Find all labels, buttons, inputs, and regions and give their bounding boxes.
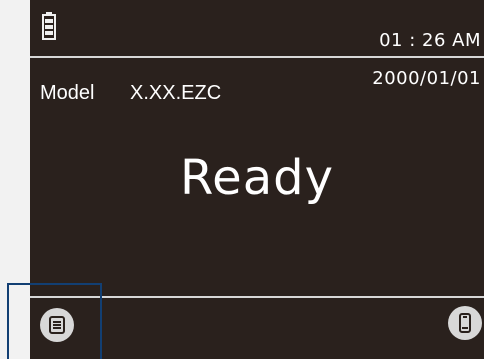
menu-icon	[49, 316, 65, 334]
battery-icon	[42, 12, 56, 40]
clock-time: 01 : 26 AM	[379, 30, 481, 51]
model-value: X.XX.EZC	[130, 82, 222, 104]
status-text: Ready	[179, 150, 334, 206]
device-button[interactable]	[448, 306, 482, 340]
menu-button[interactable]	[40, 308, 74, 342]
model-label: Model	[40, 82, 95, 104]
device-icon	[459, 313, 471, 333]
top-divider	[30, 56, 484, 58]
device-screen: 01 : 26 AM Model X.XX.EZC 2000/01/01 Rea…	[30, 0, 484, 359]
date-display: 2000/01/01	[372, 68, 481, 89]
bottom-divider	[30, 296, 484, 298]
